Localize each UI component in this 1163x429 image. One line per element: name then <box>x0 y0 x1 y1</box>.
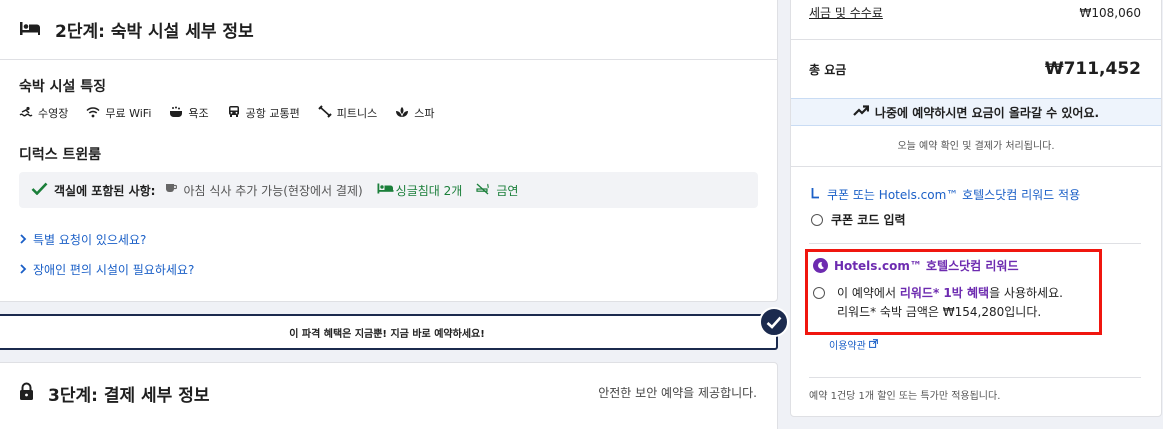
price-summary-card: 세금 및 수수료 ₩108,060 총 요금 ₩711,452 나중에 예약하시… <box>790 0 1162 417</box>
amenities-list: 수영장 무료 WiFi 욕조 공항 교통편 피트니스 스파 <box>19 105 434 121</box>
no-smoking-icon <box>476 183 490 198</box>
check-badge-icon <box>759 307 789 337</box>
coupon-code-option[interactable]: 쿠폰 코드 입력 <box>811 211 906 228</box>
amenity-label: 무료 WiFi <box>105 107 152 120</box>
rewards-highlight-box: Hotels.com™ 호텔스닷컴 리워드 이 예약에서 리워드* 1박 혜택을… <box>805 249 1102 335</box>
bath-icon <box>169 106 183 121</box>
deal-banner: 이 파격 혜택은 지금뿐! 지금 바로 예약하세요! <box>0 314 778 350</box>
rewards-radio[interactable] <box>813 287 825 299</box>
divider <box>0 59 777 60</box>
coupon-radio[interactable] <box>811 213 823 226</box>
check-icon <box>31 182 48 198</box>
amenity-airport-shuttle: 공항 교통편 <box>227 105 300 121</box>
amenity-fitness: 피트니스 <box>318 105 377 121</box>
rewards-night-benefit: 리워드* 1박 혜택 <box>899 286 990 300</box>
coupon-code-label: 쿠폰 코드 입력 <box>831 213 906 227</box>
rewards-title-row: Hotels.com™ 호텔스닷컴 리워드 <box>813 257 1019 274</box>
property-details-card: 2단계: 숙박 시설 세부 정보 숙박 시설 특징 수영장 무료 WiFi 욕조… <box>0 0 778 302</box>
coffee-icon <box>165 183 178 197</box>
coupon-rewards-label: 쿠폰 또는 Hotels.com™ 호텔스닷컴 리워드 적용 <box>827 188 1081 202</box>
special-request-label: 특별 요청이 있으세요? <box>33 233 147 247</box>
features-title: 숙박 시설 특징 <box>19 79 107 95</box>
rewards-line-2: 리워드* 숙박 금액은 ₩154,280입니다. <box>837 305 1042 319</box>
divider <box>809 377 1141 378</box>
beds-text: 싱글침대 2개 <box>395 183 463 198</box>
rewards-option-text: 이 예약에서 리워드* 1박 혜택을 사용하세요. 리워드* 숙박 금액은 ₩1… <box>837 284 1063 322</box>
wifi-icon <box>86 106 100 121</box>
amenity-label: 수영장 <box>38 107 69 120</box>
confirm-text: 오늘 예약 확인 및 결제가 처리됩니다. <box>897 141 1055 152</box>
payment-details-card: 3단계: 결제 세부 정보 안전한 보안 예약을 제공합니다. <box>0 362 778 429</box>
step2-title: 2단계: 숙박 시설 세부 정보 <box>55 22 254 42</box>
rewards-line-1-post: 을 사용하세요. <box>989 286 1063 300</box>
price-rise-text: 나중에 예약하시면 요금이 올라갈 수 있어요. <box>874 105 1100 120</box>
lock-icon <box>19 382 34 405</box>
amenity-label: 스파 <box>414 107 435 120</box>
chevron-right-icon <box>19 233 27 247</box>
divider <box>791 39 1161 40</box>
terms-link[interactable]: 이용약관 <box>829 337 878 352</box>
amenity-pool: 수영장 <box>19 105 68 121</box>
step3-title: 3단계: 결제 세부 정보 <box>48 386 210 406</box>
total-value: ₩711,452 <box>1044 59 1141 79</box>
coupon-rewards-link[interactable]: 쿠폰 또는 Hotels.com™ 호텔스닷컴 리워드 적용 <box>811 186 1080 203</box>
price-rise-notice: 나중에 예약하시면 요금이 올라갈 수 있어요. <box>791 98 1161 126</box>
included-label: 객실에 포함된 사항: <box>54 183 156 198</box>
accessibility-label: 장애인 편의 시설이 필요하세요? <box>33 263 195 277</box>
tax-value: ₩108,060 <box>1079 5 1142 20</box>
hotels-rewards-logo-icon <box>813 258 828 273</box>
bus-icon <box>227 105 241 121</box>
rewards-line-1-pre: 이 예약에서 <box>837 286 900 300</box>
rewards-title: Hotels.com™ 호텔스닷컴 리워드 <box>834 259 1019 273</box>
pool-icon <box>19 106 33 121</box>
special-request-link[interactable]: 특별 요청이 있으세요? <box>19 231 146 248</box>
tax-label[interactable]: 세금 및 수수료 <box>809 4 883 21</box>
amenity-label: 욕조 <box>188 107 209 120</box>
amenity-bath: 욕조 <box>169 105 209 121</box>
deal-banner-text: 이 파격 혜택은 지금뿐! 지금 바로 예약하세요! <box>289 328 485 340</box>
external-link-icon <box>868 338 878 351</box>
amenity-wifi: 무료 WiFi <box>86 105 151 121</box>
step2-header: 2단계: 숙박 시설 세부 정보 <box>19 17 254 42</box>
corner-arrow-icon <box>811 187 819 202</box>
trending-up-icon <box>853 105 870 119</box>
amenity-label: 공항 교통편 <box>245 107 300 120</box>
bed-icon <box>377 183 394 197</box>
divider <box>809 243 1141 244</box>
fitness-icon <box>318 105 332 121</box>
amenity-spa: 스파 <box>395 105 434 121</box>
terms-label: 이용약관 <box>829 341 866 352</box>
included-box: 객실에 포함된 사항: 아침 식사 추가 가능(현장에서 결제) 싱글침대 2개… <box>19 172 758 208</box>
accessibility-link[interactable]: 장애인 편의 시설이 필요하세요? <box>19 261 194 278</box>
amenity-label: 피트니스 <box>336 107 378 120</box>
tax-row: 세금 및 수수료 ₩108,060 <box>809 4 1141 21</box>
divider <box>791 166 1161 167</box>
chevron-right-icon <box>19 263 27 277</box>
spa-icon <box>395 106 409 121</box>
breakfast-text: 아침 식사 추가 가능(현장에서 결제) <box>183 183 363 198</box>
secure-booking-text: 안전한 보안 예약을 제공합니다. <box>598 386 757 400</box>
discount-note: 예약 1건당 1개 할인 또는 특가만 적용됩니다. <box>809 391 1001 402</box>
smoking-text: 금연 <box>496 183 519 198</box>
total-label: 총 요금 <box>809 62 847 77</box>
rewards-option[interactable]: 이 예약에서 리워드* 1박 혜택을 사용하세요. 리워드* 숙박 금액은 ₩1… <box>813 284 1063 322</box>
bed-icon <box>19 20 41 40</box>
step3-header: 3단계: 결제 세부 정보 <box>19 381 210 406</box>
room-name: 디럭스 트윈룸 <box>19 147 102 163</box>
total-row: 총 요금 ₩711,452 <box>809 59 1141 79</box>
rewards-line-1: 이 예약에서 리워드* 1박 혜택을 사용하세요. <box>837 284 1063 303</box>
